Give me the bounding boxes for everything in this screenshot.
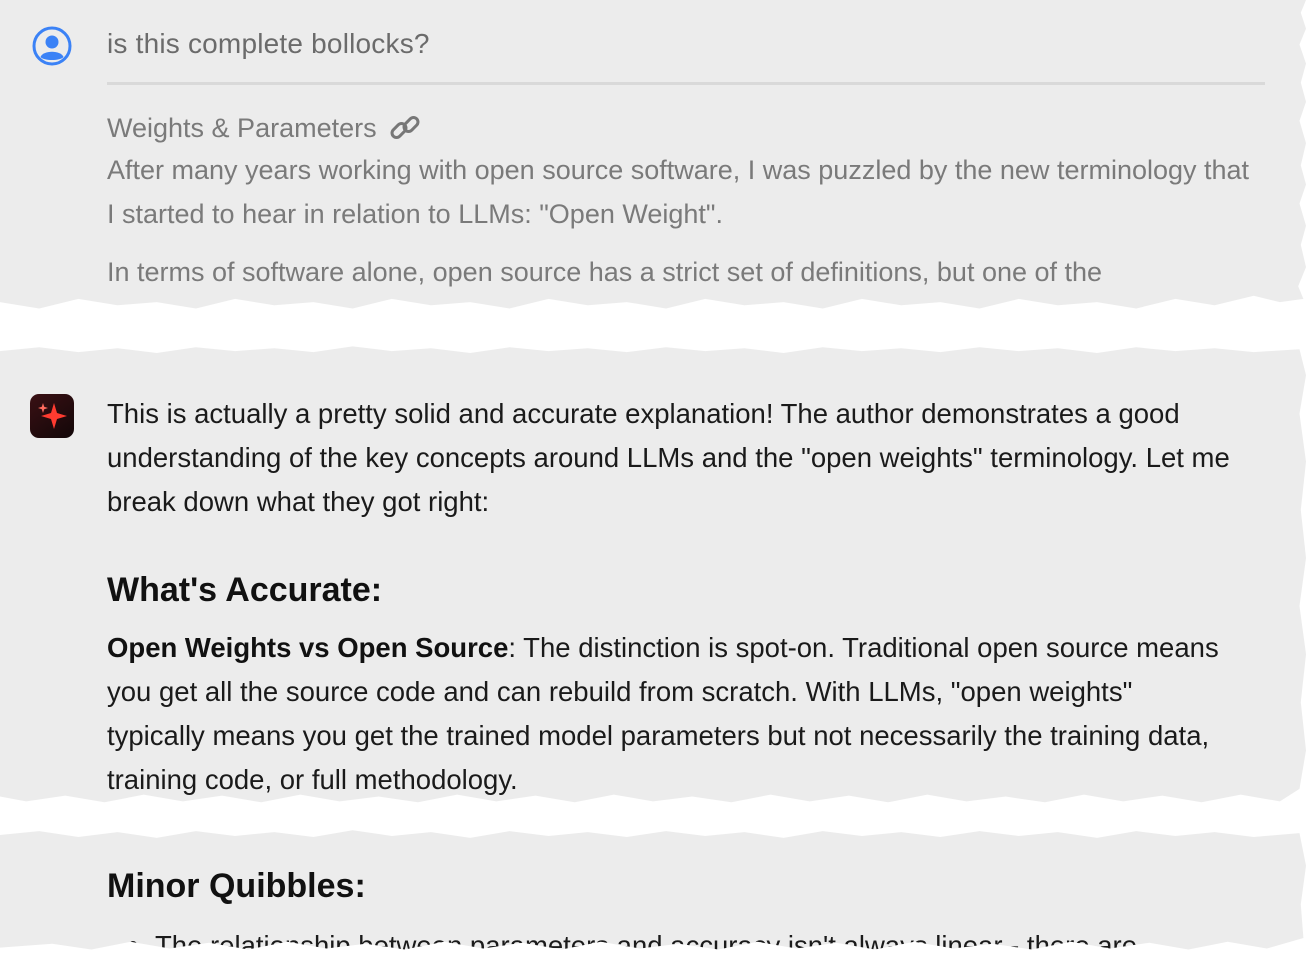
heading-whats-accurate: What's Accurate: [107,571,383,609]
assistant-sparkle-icon [30,394,74,438]
assistant-intro-text: This is actually a pretty solid and accu… [107,398,1230,517]
quibble-bullet-1: The relationship between parameters and … [107,926,1137,961]
heading-minor-quibbles: Minor Quibbles: [107,867,366,905]
user-avatar-icon [32,26,72,66]
quote-divider [107,82,1265,85]
screenshot-page: is this complete bollocks? Weights & Par… [0,0,1316,962]
accurate-point-1: Open Weights vs Open Source: The distinc… [107,626,1237,802]
user-message-text: is this complete bollocks? [107,28,430,59]
accurate-point-1-title: Open Weights vs Open Source [107,632,509,663]
quibble-bullet-1-text: The relationship between parameters and … [155,930,1137,961]
quote-title-row: Weights & Parameters [107,108,1257,148]
quote-paragraph-2: In terms of software alone, open source … [107,257,1103,287]
user-message-strip: is this complete bollocks? Weights & Par… [0,0,1306,309]
assistant-intro: This is actually a pretty solid and accu… [107,392,1237,524]
quoted-article: Weights & Parameters After many years wo… [107,108,1257,294]
link-icon [390,116,420,139]
quote-title: Weights & Parameters [107,113,377,143]
quote-paragraph-1: After many years working with open sourc… [107,155,1250,229]
bullet-dot [129,941,137,950]
